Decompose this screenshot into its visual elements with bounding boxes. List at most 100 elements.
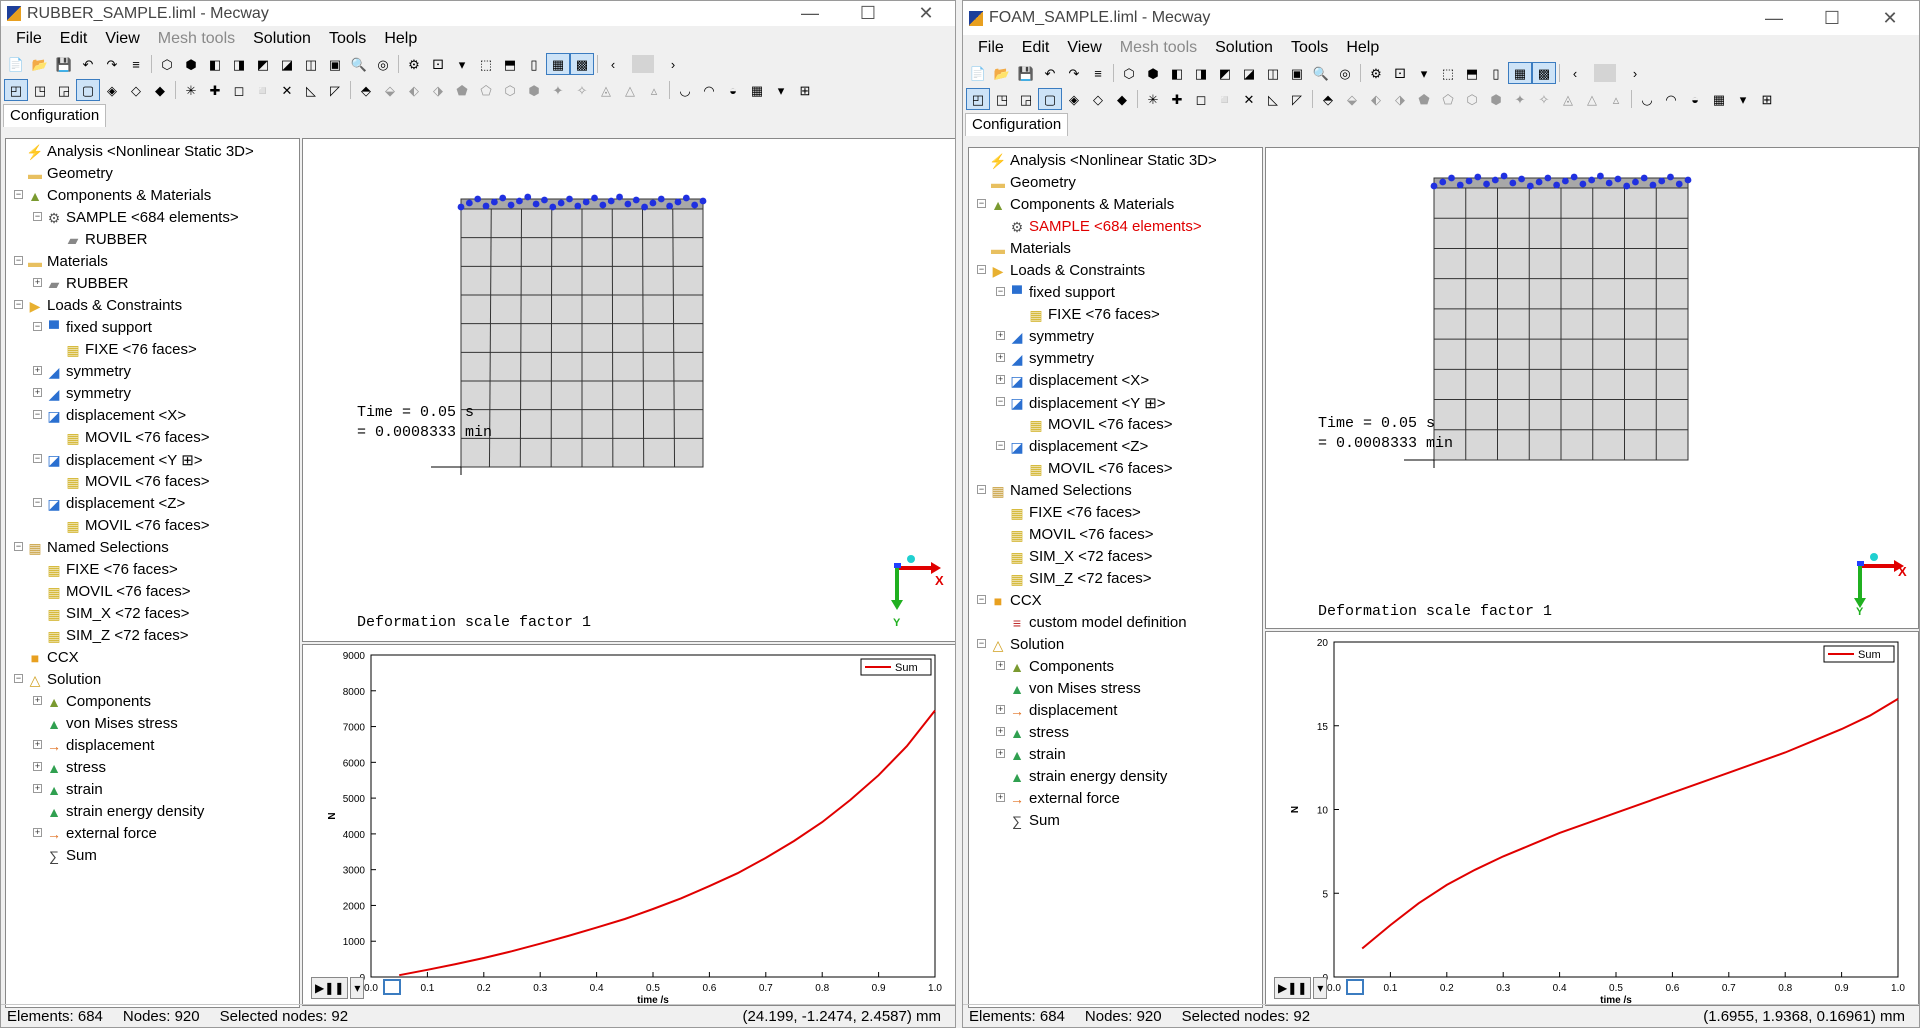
sel-tool-24-icon[interactable]: ✦ (547, 80, 569, 100)
main-tool-24-icon[interactable]: ▦ (1508, 62, 1532, 84)
collapse-toggle-icon[interactable]: − (977, 265, 986, 274)
main-tool-5-icon[interactable]: ≡ (125, 54, 147, 74)
configuration-tree[interactable]: ⚡ Analysis <Nonlinear Static 3D> ▬ Geometry… (968, 147, 1263, 1008)
sel-tool-5-icon[interactable]: ◇ (125, 80, 147, 100)
tree-node[interactable]: + ▲ stress (6, 757, 299, 779)
collapse-toggle-icon[interactable]: − (14, 190, 23, 199)
sel-tool-6-icon[interactable]: ◆ (1111, 89, 1133, 109)
main-tool-19-icon[interactable]: ⚀ (1389, 63, 1411, 83)
sel-tool-19-icon[interactable]: ⬗ (1389, 89, 1411, 109)
sel-tool-4-icon[interactable]: ◈ (1063, 89, 1085, 109)
tree-node[interactable]: ▦ MOVIL <76 faces> (6, 427, 299, 449)
sel-tool-8-icon[interactable]: ✳ (180, 80, 202, 100)
main-tool-22-icon[interactable]: ⬒ (1461, 63, 1483, 83)
model-3d-view[interactable]: Time = 0.05 s = 0.0008333 min Deformatio… (1265, 147, 1919, 629)
expand-toggle-icon[interactable]: + (33, 388, 42, 397)
tree-node[interactable]: ▬ Geometry (6, 163, 299, 185)
tree-node[interactable]: − ▬ Materials (6, 251, 299, 273)
tree-node[interactable]: + → external force (6, 823, 299, 845)
sel-tool-13-icon[interactable]: ◺ (1262, 89, 1284, 109)
sel-tool-22-icon[interactable]: ⬡ (1461, 89, 1483, 109)
collapse-toggle-icon[interactable]: − (996, 287, 1005, 296)
tree-node[interactable]: + ▰ RUBBER (6, 273, 299, 295)
tree-node[interactable]: − ◪ displacement <Y ⊞> (969, 392, 1262, 414)
tree-node[interactable]: + ▲ Components (6, 691, 299, 713)
main-tool-2-icon[interactable]: 💾 (53, 54, 75, 74)
collapse-toggle-icon[interactable]: − (996, 441, 1005, 450)
tree-node[interactable]: ⚙ SAMPLE <684 elements> (969, 216, 1262, 238)
tab-configuration[interactable]: Configuration (3, 104, 107, 127)
sel-tool-22-icon[interactable]: ⬡ (499, 80, 521, 100)
maximize-button[interactable]: ☐ (1803, 6, 1861, 30)
main-tool-23-icon[interactable]: ▯ (1485, 63, 1507, 83)
tree-node[interactable]: ▦ SIM_Z <72 faces> (969, 568, 1262, 590)
expand-toggle-icon[interactable]: + (996, 727, 1005, 736)
collapse-toggle-icon[interactable]: − (33, 410, 42, 419)
sel-tool-11-icon[interactable]: ◽ (252, 80, 274, 100)
sel-tool-35-icon[interactable]: ⊞ (1756, 89, 1778, 109)
tree-node[interactable]: + → external force (969, 788, 1262, 810)
main-tool-23-icon[interactable]: ▯ (523, 54, 545, 74)
main-tool-7-icon[interactable]: ⬡ (156, 54, 178, 74)
tree-node[interactable]: − ⚙ SAMPLE <684 elements> (6, 207, 299, 229)
sel-tool-26-icon[interactable]: ◬ (1557, 89, 1579, 109)
expand-toggle-icon[interactable]: + (996, 375, 1005, 384)
tree-node[interactable]: − ◪ displacement <Z> (969, 436, 1262, 458)
main-tool-24-icon[interactable]: ▦ (546, 53, 570, 75)
collapse-toggle-icon[interactable]: − (14, 674, 23, 683)
sel-tool-18-icon[interactable]: ⬖ (403, 80, 425, 100)
sel-tool-19-icon[interactable]: ⬗ (427, 80, 449, 100)
play-pause-button[interactable]: ▶❚❚ (1274, 977, 1312, 999)
menu-file[interactable]: File (969, 39, 1013, 57)
tree-node[interactable]: + ◢ symmetry (969, 348, 1262, 370)
main-tool-16-icon[interactable]: ◎ (372, 54, 394, 74)
tree-node[interactable]: + ◢ symmetry (6, 383, 299, 405)
play-pause-button[interactable]: ▶❚❚ (311, 977, 349, 999)
main-tool-14-icon[interactable]: ▣ (324, 54, 346, 74)
tree-node[interactable]: − ▲ Components & Materials (969, 194, 1262, 216)
tree-node[interactable]: − ◪ displacement <Z> (6, 493, 299, 515)
sel-tool-2-icon[interactable]: ◲ (1015, 89, 1037, 109)
tree-node[interactable]: ▦ MOVIL <76 faces> (969, 524, 1262, 546)
main-tool-9-icon[interactable]: ◧ (204, 54, 226, 74)
expand-toggle-icon[interactable]: + (996, 793, 1005, 802)
menu-mesh-tools[interactable]: Mesh tools (149, 30, 244, 48)
tree-node[interactable]: ▦ SIM_X <72 faces> (6, 603, 299, 625)
menu-solution[interactable]: Solution (1206, 39, 1282, 57)
sel-tool-1-icon[interactable]: ◳ (29, 80, 51, 100)
sel-tool-30-icon[interactable]: ◡ (674, 80, 696, 100)
tree-node[interactable]: ▲ strain energy density (6, 801, 299, 823)
main-tool-18-icon[interactable]: ⚙ (1365, 63, 1387, 83)
tree-node[interactable]: ▦ FIXE <76 faces> (6, 339, 299, 361)
sel-tool-11-icon[interactable]: ◽ (1214, 89, 1236, 109)
tree-node[interactable]: − ▶ Loads & Constraints (969, 260, 1262, 282)
sel-tool-27-icon[interactable]: △ (619, 80, 641, 100)
tree-node[interactable]: − ▦ Named Selections (6, 537, 299, 559)
expand-toggle-icon[interactable]: + (33, 696, 42, 705)
tree-node[interactable]: − △ Solution (969, 634, 1262, 656)
sel-tool-10-icon[interactable]: ◻ (1190, 89, 1212, 109)
main-tool-3-icon[interactable]: ↶ (1039, 63, 1061, 83)
play-options-dropdown[interactable]: ▾ (1313, 977, 1328, 999)
tree-node[interactable]: ⚡ Analysis <Nonlinear Static 3D> (969, 150, 1262, 172)
tree-node[interactable]: ■ CCX (6, 647, 299, 669)
sel-tool-0-icon[interactable]: ◰ (4, 79, 28, 101)
main-tool-8-icon[interactable]: ⬢ (1142, 63, 1164, 83)
tree-node[interactable]: ▬ Geometry (969, 172, 1262, 194)
tree-node[interactable]: + → displacement (969, 700, 1262, 722)
main-tool-4-icon[interactable]: ↷ (101, 54, 123, 74)
main-tool-25-icon[interactable]: ▩ (570, 53, 594, 75)
main-tool-29-icon[interactable]: › (1624, 63, 1646, 83)
main-tool-25-icon[interactable]: ▩ (1532, 62, 1556, 84)
main-tool-21-icon[interactable]: ⬚ (475, 54, 497, 74)
maximize-button[interactable]: ☐ (839, 1, 897, 25)
main-tool-0-icon[interactable]: 📄 (5, 54, 27, 74)
collapse-toggle-icon[interactable]: − (977, 199, 986, 208)
tree-node[interactable]: + ◪ displacement <X> (969, 370, 1262, 392)
sel-tool-16-icon[interactable]: ⬘ (1317, 89, 1339, 109)
tree-node[interactable]: − ◪ displacement <X> (6, 405, 299, 427)
expand-toggle-icon[interactable]: + (996, 331, 1005, 340)
minimize-button[interactable]: — (1745, 6, 1803, 30)
main-tool-13-icon[interactable]: ◫ (300, 54, 322, 74)
expand-toggle-icon[interactable]: + (33, 784, 42, 793)
